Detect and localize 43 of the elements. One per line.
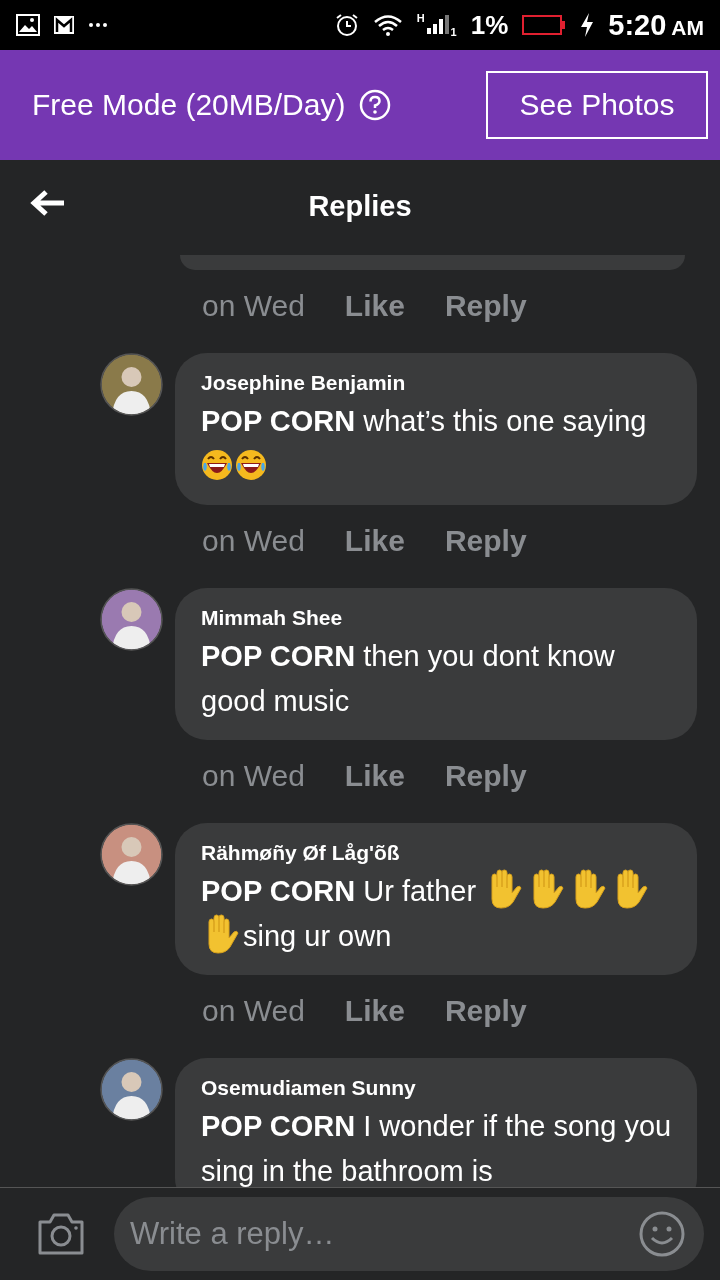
see-photos-button[interactable]: See Photos (486, 71, 708, 139)
camera-icon[interactable] (36, 1212, 86, 1256)
reply-link[interactable]: Reply (444, 524, 527, 558)
alarm-icon (334, 13, 359, 37)
comment-text: POP CORN then you dont know good music (201, 639, 616, 719)
comment-text: POP CORN I wonder if the song you sing in the bathroom is (201, 1109, 673, 1187)
reply-link[interactable]: Reply (444, 759, 527, 793)
author-name[interactable]: Josephine Benjamin (201, 371, 673, 395)
sim-number: 1 (450, 26, 457, 38)
page-title: Replies (307, 190, 413, 223)
battery-icon (522, 15, 567, 35)
banner-title: Free Mode (20MB/Day) (32, 88, 346, 122)
comment-time: on Wed (202, 289, 305, 323)
author-name[interactable]: Rähmøñy Øf Låg'õß (201, 841, 673, 865)
back-icon[interactable] (30, 188, 66, 217)
reply-field[interactable]: Write a reply… (114, 1197, 704, 1271)
like-link[interactable]: Like (344, 524, 405, 558)
author-name[interactable]: Mimmah Shee (201, 606, 673, 630)
like-link[interactable]: Like (344, 994, 405, 1028)
charging-icon (580, 13, 595, 37)
clock-time: 5:20 (608, 8, 667, 42)
like-link[interactable]: Like (344, 289, 405, 323)
clock-meridiem: AM (671, 15, 704, 40)
laughing-face-icon (201, 449, 233, 481)
comment-text: POP CORN Ur father sing ur own (201, 869, 673, 959)
network-type: H (416, 12, 425, 24)
comment-time: on Wed (202, 994, 305, 1028)
help-icon[interactable] (359, 89, 392, 121)
image-icon (16, 14, 40, 36)
reply-link[interactable]: Reply (444, 289, 527, 323)
wifi-icon (372, 14, 403, 36)
like-link[interactable]: Like (344, 759, 405, 793)
more-icon (88, 22, 108, 28)
signal-icon (426, 14, 449, 36)
mail-icon (54, 16, 74, 34)
battery-percent: 1% (470, 9, 509, 41)
reply-link[interactable]: Reply (444, 994, 527, 1028)
comment-time: on Wed (202, 524, 305, 558)
comment-time: on Wed (202, 759, 305, 793)
smiley-icon[interactable] (638, 1210, 686, 1258)
laughing-face-icon (235, 449, 267, 481)
author-name[interactable]: Osemudiamen Sunny (201, 1076, 673, 1100)
comment-text: POP CORN what’s this one saying (201, 399, 673, 489)
